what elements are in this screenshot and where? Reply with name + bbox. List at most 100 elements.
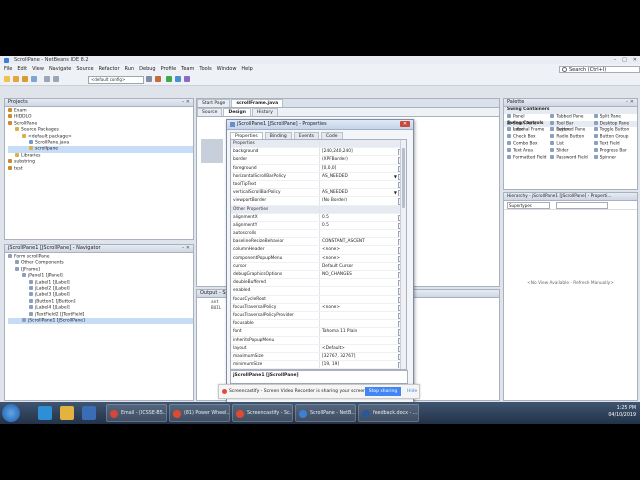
palette-item[interactable]: Check Box	[507, 134, 550, 141]
dialog-tab-code[interactable]: Code	[321, 132, 343, 139]
property-row[interactable]: focusTraversalPolicy <none>	[231, 303, 406, 312]
palette-item[interactable]: Slider	[550, 147, 593, 155]
property-value[interactable]	[320, 230, 406, 238]
redo-icon[interactable]	[53, 76, 59, 82]
dialog-tab-properties[interactable]: Properties	[230, 132, 263, 139]
taskbar-item[interactable]: Screencastify - Sc...	[232, 404, 293, 422]
dialog-tab-binding[interactable]: Binding	[264, 132, 292, 139]
scope-select[interactable]: Supertypes	[507, 202, 550, 209]
panel-close-icon[interactable]: – ✕	[182, 245, 190, 252]
palette-item[interactable]: Button	[550, 127, 593, 134]
property-row[interactable]: border (XPFBorder)	[231, 156, 406, 165]
palette-item[interactable]: Tool Bar	[550, 120, 593, 128]
menu-item-team[interactable]: Team	[181, 66, 194, 72]
menu-item-run[interactable]: Run	[125, 66, 135, 72]
editor-subtab-source[interactable]: Source	[197, 108, 223, 116]
property-row[interactable]: verticalScrollBarPolicy AS_NEEDED ▼	[231, 189, 406, 198]
palette-item[interactable]: Tabbed Pane	[550, 113, 593, 121]
property-value[interactable]: (XPFBorder)	[320, 156, 406, 164]
taskbar-item[interactable]: feedback.docx - ...	[358, 404, 419, 422]
dialog-close-icon[interactable]: ✕	[400, 121, 410, 127]
property-value[interactable]: AS_NEEDED ▼	[320, 189, 406, 197]
property-row[interactable]: font Tahoma 11 Plain	[231, 328, 406, 337]
palette-item[interactable]: Text Field	[593, 140, 637, 148]
property-value[interactable]: <none>	[320, 304, 406, 311]
property-row[interactable]: componentPopupMenu <none>	[231, 254, 406, 263]
property-category[interactable]: Other Properties	[231, 205, 406, 214]
property-row[interactable]: columnHeader <none>	[231, 246, 406, 255]
property-value[interactable]: (No Border)	[320, 197, 406, 205]
property-value[interactable]: Tahoma 11 Plain	[320, 328, 406, 336]
editor-tab[interactable]: Start Page	[197, 99, 231, 107]
property-value[interactable]	[320, 279, 406, 287]
property-row[interactable]: autoscrolls	[231, 230, 406, 239]
property-row[interactable]: viewportBorder (No Border)	[231, 197, 406, 206]
minimize-icon[interactable]: –	[614, 57, 617, 63]
property-value[interactable]: NO_CHANGES	[320, 271, 406, 279]
menu-item-debug[interactable]: Debug	[139, 66, 155, 72]
menu-item-profile[interactable]: Profile	[161, 66, 177, 72]
property-scrollbar[interactable]	[400, 140, 406, 369]
taskbar-item[interactable]: Email - [ICSSE-B5...	[106, 404, 167, 422]
panel-close-icon[interactable]: – ✕	[182, 99, 190, 106]
menu-item-source[interactable]: Source	[76, 66, 93, 72]
open-project-icon[interactable]	[22, 76, 28, 82]
property-value[interactable]	[320, 287, 406, 295]
palette-item[interactable]: Formatted Field	[507, 154, 550, 162]
property-row[interactable]: background [240,240,240]	[231, 148, 406, 157]
dropdown-arrow-icon[interactable]: ▼	[394, 173, 397, 180]
clock-time[interactable]: 1:25 PM	[608, 405, 636, 412]
class-select[interactable]	[556, 202, 608, 209]
palette-item[interactable]: Toggle Button	[593, 127, 637, 134]
window-controls[interactable]: – □ ✕	[614, 57, 637, 63]
search-input[interactable]: Search (Ctrl+I)	[559, 66, 640, 73]
property-row[interactable]: foreground [0,0,0]	[231, 164, 406, 173]
debug-icon[interactable]	[175, 76, 181, 82]
palette-item[interactable]: Label	[507, 127, 550, 134]
config-select[interactable]: <default config>	[88, 76, 144, 84]
property-row[interactable]: alignmentY 0.5	[231, 221, 406, 231]
palette-item[interactable]: Button Group	[593, 134, 637, 141]
property-value[interactable]: <none>	[320, 246, 406, 254]
property-row[interactable]: toolTipText	[231, 180, 406, 190]
editor-subtab-history[interactable]: History	[251, 108, 278, 116]
scrollbar-thumb[interactable]	[402, 148, 405, 208]
clock-date[interactable]: 04/10/2019	[608, 412, 636, 419]
palette-item[interactable]: Progress Bar	[593, 147, 637, 155]
new-file-icon[interactable]	[4, 76, 10, 82]
palette-item[interactable]: Combo Box	[507, 140, 550, 148]
property-row[interactable]: baselineResizeBehavior CONSTANT_ASCENT	[231, 238, 406, 247]
dropdown-arrow-icon[interactable]: ▼	[394, 189, 397, 196]
property-value[interactable]	[320, 296, 406, 303]
property-value[interactable]: [0,0,0]	[320, 165, 406, 172]
property-row[interactable]: focusable	[231, 320, 406, 329]
folder-icon[interactable]	[60, 406, 74, 420]
hammer-icon[interactable]	[146, 76, 152, 82]
property-value[interactable]: [19, 19]	[320, 361, 406, 369]
property-value[interactable]: 0.5	[320, 222, 406, 230]
property-value[interactable]: 0.5	[320, 214, 406, 221]
close-icon[interactable]: ✕	[633, 57, 637, 63]
editor-subtab-design[interactable]: Design	[223, 108, 251, 116]
project-tree-item[interactable]: test	[8, 165, 193, 172]
undo-icon[interactable]	[44, 76, 50, 82]
clean-build-icon[interactable]	[155, 76, 161, 82]
menu-item-view[interactable]: View	[32, 66, 44, 72]
stop-sharing-button[interactable]: Stop sharing	[365, 387, 401, 396]
maximize-icon[interactable]: □	[622, 57, 627, 63]
menu-item-tools[interactable]: Tools	[199, 66, 211, 72]
palette-item[interactable]: Panel	[507, 113, 550, 121]
property-row[interactable]: alignmentX 0.5	[231, 213, 406, 222]
palette-item[interactable]: List	[550, 140, 593, 148]
ie-icon[interactable]	[38, 406, 52, 420]
menu-item-window[interactable]: Window	[217, 66, 237, 72]
hide-button[interactable]: Hide	[407, 385, 417, 398]
taskbar-item[interactable]: ScrollPane - NetB...	[295, 404, 356, 422]
palette-item[interactable]: Radio Button	[550, 134, 593, 141]
property-row[interactable]: horizontalScrollBarPolicy AS_NEEDED ▼	[231, 172, 406, 181]
property-value[interactable]: Default Cursor	[320, 263, 406, 270]
property-value[interactable]	[320, 181, 406, 189]
palette-item[interactable]: Spinner	[593, 154, 637, 162]
menu-item-navigate[interactable]: Navigate	[49, 66, 71, 72]
property-value[interactable]	[320, 320, 406, 328]
